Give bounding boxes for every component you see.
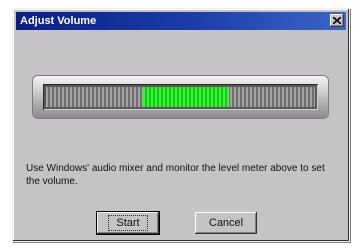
cancel-button[interactable]: Cancel	[195, 212, 257, 234]
level-meter-track	[46, 87, 315, 107]
close-x-icon	[333, 17, 341, 24]
title-bar[interactable]: Adjust Volume	[16, 12, 346, 30]
level-meter-lit-segment	[142, 87, 229, 107]
level-meter-well	[43, 84, 318, 110]
start-button-label: Start	[108, 215, 148, 231]
start-button[interactable]: Start	[96, 211, 160, 235]
dialog-title: Adjust Volume	[20, 15, 97, 27]
level-meter	[33, 76, 328, 118]
instructions-text: Use Windows' audio mixer and monitor the…	[26, 163, 325, 187]
close-button[interactable]	[330, 14, 344, 27]
adjust-volume-dialog: Adjust Volume Use Windows' audio mixer a…	[12, 8, 350, 242]
cancel-button-label: Cancel	[208, 217, 244, 229]
